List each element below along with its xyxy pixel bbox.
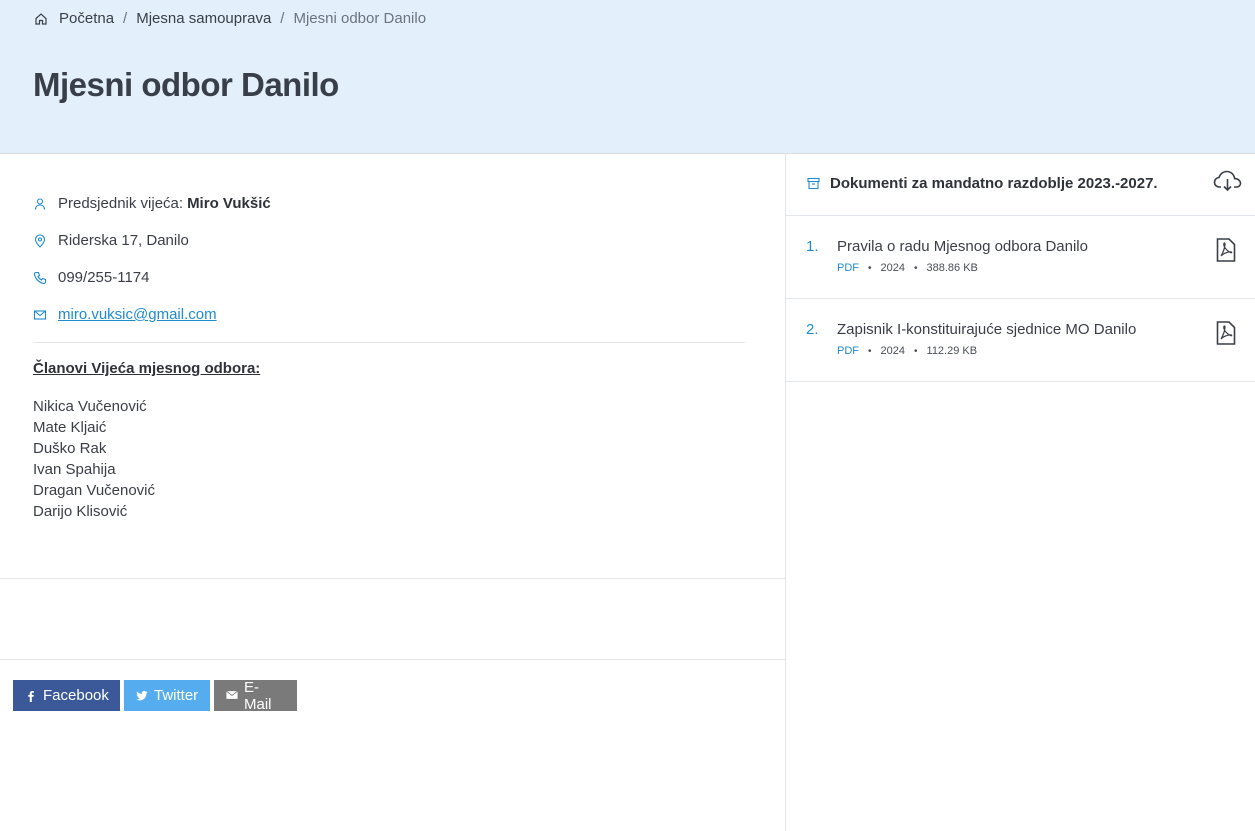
list-item: Duško Rak [33, 440, 107, 457]
twitter-share-button[interactable]: Twitter [124, 680, 210, 711]
president-name: Miro Vukšić [187, 195, 271, 212]
phone-text: 099/255-1174 [58, 269, 150, 286]
breadcrumb-current: Mjesni odbor Danilo [293, 10, 427, 27]
documents-title: Dokumenti za mandatno razdoblje 2023.-20… [830, 175, 1158, 192]
breadcrumb: Početna / Mjesna samouprava / Mjesni odb… [34, 10, 426, 27]
document-item: 1. Pravila o radu Mjesnog odbora Danilo … [786, 216, 1255, 299]
list-item: Darijo Klisović [33, 503, 128, 520]
phone-row: 099/255-1174 [33, 269, 149, 286]
meta-separator: • [914, 262, 918, 274]
breadcrumb-separator: / [123, 10, 128, 27]
breadcrumb-separator: / [280, 10, 285, 27]
document-type: PDF [837, 262, 859, 274]
president-row: Predsjednik vijeća: Miro Vukšić [33, 195, 271, 212]
documents-sidebar: Dokumenti za mandatno razdoblje 2023.-20… [785, 154, 1255, 831]
address-row: Riderska 17, Danilo [33, 232, 189, 249]
map-pin-icon [33, 233, 47, 248]
document-size: 388.86 KB [926, 262, 978, 274]
document-meta: PDF • 2024 • 112.29 KB [837, 345, 977, 357]
document-year: 2024 [880, 345, 905, 357]
user-icon [33, 197, 47, 211]
divider [33, 342, 745, 343]
facebook-share-button[interactable]: Facebook [13, 680, 120, 711]
pdf-file-icon[interactable] [1216, 238, 1236, 262]
document-year: 2024 [880, 262, 905, 274]
meta-separator: • [868, 262, 872, 274]
document-title-link[interactable]: Zapisnik I-konstituirajuće sjednice MO D… [837, 321, 1136, 338]
breadcrumb-mjesna-samouprava-link[interactable]: Mjesna samouprava [136, 10, 271, 27]
list-item: Mate Kljaić [33, 419, 107, 436]
list-item: Nikica Vučenović [33, 398, 147, 415]
document-item: 2. Zapisnik I-konstituirajuće sjednice M… [786, 299, 1255, 382]
mail-icon [33, 308, 47, 322]
main-content: Predsjednik vijeća: Miro Vukšić Riderska… [0, 154, 785, 831]
president-label: Predsjednik vijeća: [58, 195, 184, 212]
email-label: E-Mail [244, 678, 272, 713]
list-item: Ivan Spahija [33, 461, 116, 478]
members-list: Nikica Vučenović Mate Kljaić Duško Rak I… [33, 396, 155, 522]
share-buttons: Facebook Twitter E-Mail [13, 678, 297, 713]
document-title-link[interactable]: Pravila o radu Mjesnog odbora Danilo [837, 238, 1088, 255]
divider [0, 659, 785, 660]
meta-separator: • [868, 345, 872, 357]
twitter-icon [136, 690, 148, 702]
pdf-file-icon[interactable] [1216, 321, 1236, 345]
documents-header: Dokumenti za mandatno razdoblje 2023.-20… [786, 154, 1255, 216]
email-link[interactable]: miro.vuksic@gmail.com [58, 306, 217, 323]
email-share-button[interactable]: E-Mail [214, 678, 297, 713]
page-title: Mjesni odbor Danilo [33, 66, 339, 103]
twitter-label: Twitter [154, 687, 199, 704]
document-size: 112.29 KB [926, 345, 978, 357]
members-title: Članovi Vijeća mjesnog odbora: [33, 360, 261, 377]
facebook-icon [25, 690, 37, 702]
email-row: miro.vuksic@gmail.com [33, 306, 217, 323]
breadcrumb-home-link[interactable]: Početna [59, 10, 114, 27]
phone-icon [33, 271, 47, 285]
document-number: 2. [806, 321, 819, 338]
meta-separator: • [914, 345, 918, 357]
home-icon[interactable] [34, 12, 48, 26]
archive-box-icon [807, 177, 820, 190]
document-meta: PDF • 2024 • 388.86 KB [837, 262, 978, 274]
facebook-label: Facebook [43, 687, 109, 704]
envelope-icon [226, 690, 238, 702]
document-type: PDF [837, 345, 859, 357]
page-header: Početna / Mjesna samouprava / Mjesni odb… [0, 0, 1255, 154]
address-text: Riderska 17, Danilo [58, 232, 189, 249]
document-number: 1. [806, 238, 819, 255]
divider [0, 578, 785, 579]
list-item: Dragan Vučenović [33, 482, 156, 499]
cloud-download-icon[interactable] [1213, 170, 1242, 192]
